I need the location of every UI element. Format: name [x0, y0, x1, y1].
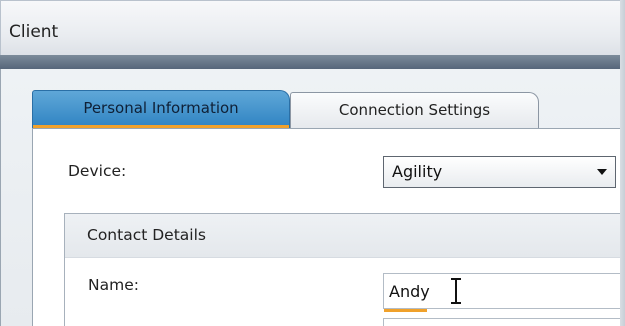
chevron-down-icon	[597, 169, 607, 175]
text-cursor-icon	[450, 278, 462, 304]
name-input-focus-accent	[384, 309, 427, 312]
client-window: Client Personal Information Connection S…	[0, 0, 625, 326]
tab-connection-settings-label: Connection Settings	[338, 101, 491, 119]
title-strip	[0, 55, 625, 69]
tab-connection-settings[interactable]: Connection Settings	[290, 92, 539, 128]
title-bar: Client	[0, 0, 625, 55]
contact-details-header: Contact Details	[65, 214, 625, 258]
device-label: Device:	[68, 162, 127, 180]
next-field-input[interactable]	[383, 318, 625, 326]
name-input[interactable]	[383, 273, 625, 309]
window-right-edge	[620, 0, 625, 326]
tab-personal-information[interactable]: Personal Information	[32, 90, 290, 128]
device-selected-value: Agility	[392, 162, 443, 181]
contact-details-title: Contact Details	[87, 226, 206, 244]
name-label: Name:	[88, 276, 139, 294]
window-title: Client	[9, 22, 59, 42]
tab-personal-information-label: Personal Information	[83, 99, 239, 117]
device-dropdown[interactable]: Agility	[383, 156, 616, 188]
